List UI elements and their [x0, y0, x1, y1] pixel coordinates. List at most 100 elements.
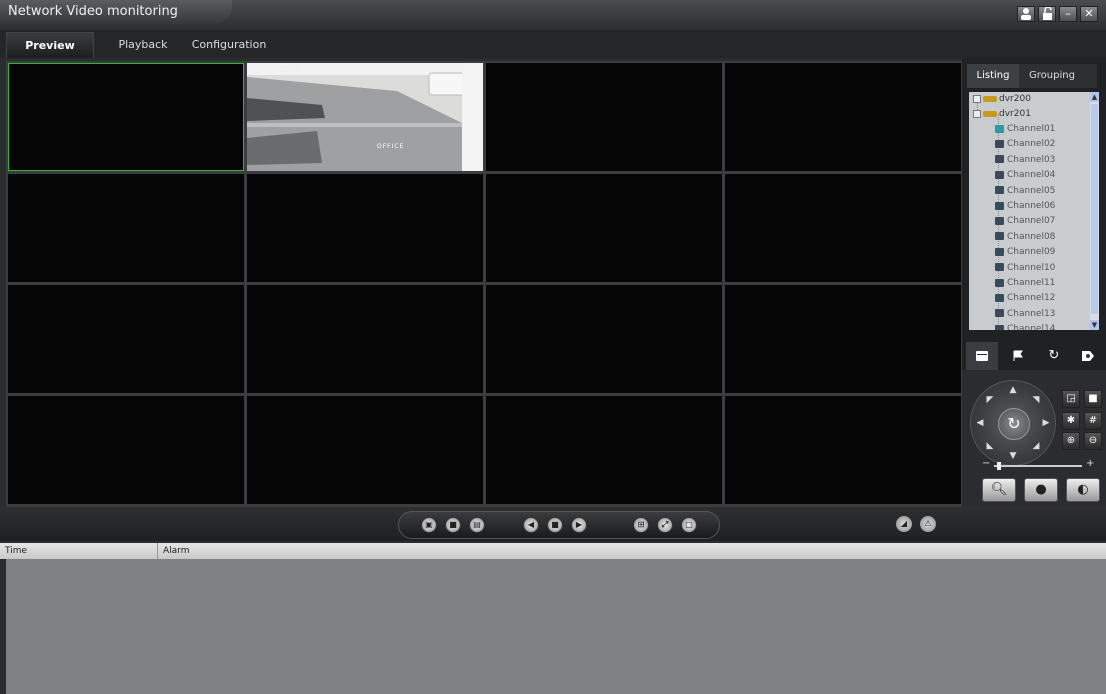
ptz-right-icon[interactable]: ▶: [1040, 417, 1052, 429]
channel-name: Channel06: [1007, 201, 1056, 211]
ptz-down-right-icon[interactable]: ◢: [1030, 440, 1042, 452]
tree-device[interactable]: dvr201: [973, 107, 1031, 122]
tree-device[interactable]: dvr200: [973, 92, 1031, 107]
tab-grouping[interactable]: Grouping: [1023, 64, 1081, 88]
stop-icon[interactable]: ■: [547, 517, 563, 533]
video-cell[interactable]: [486, 63, 722, 171]
tree-channel[interactable]: Channel14: [995, 322, 1055, 330]
grid-layout-icon[interactable]: ⊞: [633, 517, 649, 533]
channel-name: Channel09: [1007, 247, 1056, 258]
dvr-icon: [983, 110, 997, 117]
tree-channel[interactable]: Channel06: [995, 199, 1055, 214]
zoom-in-icon[interactable]: ⊕: [1062, 432, 1080, 450]
user-icon[interactable]: [1017, 6, 1035, 22]
snapshot-icon[interactable]: ▣: [421, 517, 437, 533]
video-cell[interactable]: [247, 174, 483, 282]
flag-icon[interactable]: [1002, 342, 1034, 370]
scroll-down-icon[interactable]: ▼: [1090, 320, 1099, 330]
iris-close-icon[interactable]: ■: [1084, 390, 1102, 408]
ptz-direction-pad[interactable]: ▲ ▼ ◀ ▶ ◤ ◥ ◣ ◢ ↻: [970, 380, 1056, 466]
speed-slider[interactable]: − +: [982, 458, 1094, 472]
tree-channel[interactable]: Channel12: [995, 291, 1055, 306]
camera-icon: [995, 278, 1004, 287]
main-menu: Preview Playback Configuration: [0, 30, 1106, 58]
expand-icon[interactable]: [973, 94, 981, 103]
dvr-icon: [983, 95, 997, 102]
ptz-down-left-icon[interactable]: ◣: [984, 440, 996, 452]
tree-channel[interactable]: Channel03: [995, 153, 1055, 168]
tree-channel[interactable]: Channel09: [995, 245, 1055, 260]
tab-listing[interactable]: Listing: [967, 64, 1019, 88]
video-cell[interactable]: [725, 396, 961, 504]
focus-near-icon[interactable]: ✱: [1062, 412, 1080, 430]
channel-name: Channel04: [1007, 170, 1056, 181]
tab-playback[interactable]: Playback: [106, 32, 180, 58]
video-cell[interactable]: [486, 285, 722, 393]
alarm-icon[interactable]: ⚠: [920, 516, 936, 532]
ptz-up-right-icon[interactable]: ◥: [1030, 394, 1042, 406]
camera-feed: 2013- OFFICE: [247, 63, 483, 171]
ptz-up-icon[interactable]: ▲: [1007, 384, 1019, 396]
video-cell[interactable]: [8, 396, 244, 504]
tree-channel[interactable]: Channel07: [995, 214, 1055, 229]
camera-icon: [995, 155, 1004, 164]
wiper-icon[interactable]: ◐: [1066, 478, 1100, 502]
channel-name: Channel14: [1007, 324, 1056, 330]
ptz-auto-rotate-icon[interactable]: ↻: [998, 408, 1030, 440]
ptz-up-left-icon[interactable]: ◤: [984, 394, 996, 406]
refresh-icon[interactable]: ↻: [1038, 342, 1070, 370]
ptz-panel-icon[interactable]: [966, 342, 998, 370]
window-icon[interactable]: ▢: [681, 517, 697, 533]
tree-channel[interactable]: Channel02: [995, 137, 1055, 152]
column-time[interactable]: Time: [0, 543, 158, 559]
video-cell[interactable]: [486, 396, 722, 504]
tree-channel[interactable]: Channel10: [995, 261, 1055, 276]
video-cell[interactable]: [725, 174, 961, 282]
preset-icon[interactable]: [1072, 342, 1104, 370]
device-tree[interactable]: dvr200 dvr201 Channel01 Channel02 Channel0…: [969, 92, 1090, 330]
light-icon[interactable]: ●: [1024, 478, 1058, 502]
record-icon[interactable]: ■: [445, 517, 461, 533]
channel-name: Channel10: [1007, 262, 1056, 273]
tree-channel[interactable]: Channel05: [995, 184, 1055, 199]
collapse-icon[interactable]: [973, 109, 981, 118]
close-icon[interactable]: ✕: [1080, 6, 1098, 22]
ptz-left-icon[interactable]: ◀: [974, 417, 986, 429]
video-cell[interactable]: [725, 63, 961, 171]
video-cell[interactable]: [247, 285, 483, 393]
tree-channel[interactable]: Channel04: [995, 168, 1055, 183]
previous-icon[interactable]: ◀: [523, 517, 539, 533]
minimize-icon[interactable]: –: [1059, 6, 1077, 22]
tree-channel[interactable]: Channel01: [995, 122, 1055, 137]
next-icon[interactable]: ▶: [571, 517, 587, 533]
focus-far-icon[interactable]: #: [1084, 412, 1102, 430]
fullscreen-icon[interactable]: ⤢: [657, 517, 673, 533]
camera-icon: [995, 309, 1004, 318]
tree-channel[interactable]: Channel13: [995, 307, 1055, 322]
audio-icon[interactable]: ▤: [469, 517, 485, 533]
tree-scrollbar[interactable]: ▲ ▼: [1090, 92, 1099, 330]
tree-channel[interactable]: Channel11: [995, 276, 1055, 291]
video-cell[interactable]: 2013- OFFICE: [247, 63, 483, 171]
magnify-icon[interactable]: 🔍︎: [982, 478, 1016, 502]
ptz-tabs: ↻: [962, 342, 1106, 370]
scroll-up-icon[interactable]: ▲: [1090, 92, 1099, 102]
alarm-table-header: Time Alarm: [0, 543, 1106, 559]
zoom-out-icon[interactable]: ⊖: [1084, 432, 1102, 450]
video-cell[interactable]: [247, 396, 483, 504]
video-cell[interactable]: [725, 285, 961, 393]
tree-channel[interactable]: Channel08: [995, 230, 1055, 245]
iris-open-icon[interactable]: ◲: [1062, 390, 1080, 408]
volume-icon[interactable]: ◢: [896, 516, 912, 532]
video-cell[interactable]: [8, 285, 244, 393]
slider-knob[interactable]: [996, 462, 1001, 470]
slider-track[interactable]: [994, 465, 1082, 467]
video-cell[interactable]: [8, 63, 244, 171]
tab-preview[interactable]: Preview: [6, 32, 94, 58]
tab-configuration[interactable]: Configuration: [186, 32, 272, 58]
lock-icon[interactable]: [1038, 6, 1056, 22]
video-cell[interactable]: [8, 174, 244, 282]
video-cell[interactable]: [486, 174, 722, 282]
column-alarm[interactable]: Alarm: [158, 543, 1106, 559]
scroll-thumb[interactable]: [1091, 104, 1098, 314]
